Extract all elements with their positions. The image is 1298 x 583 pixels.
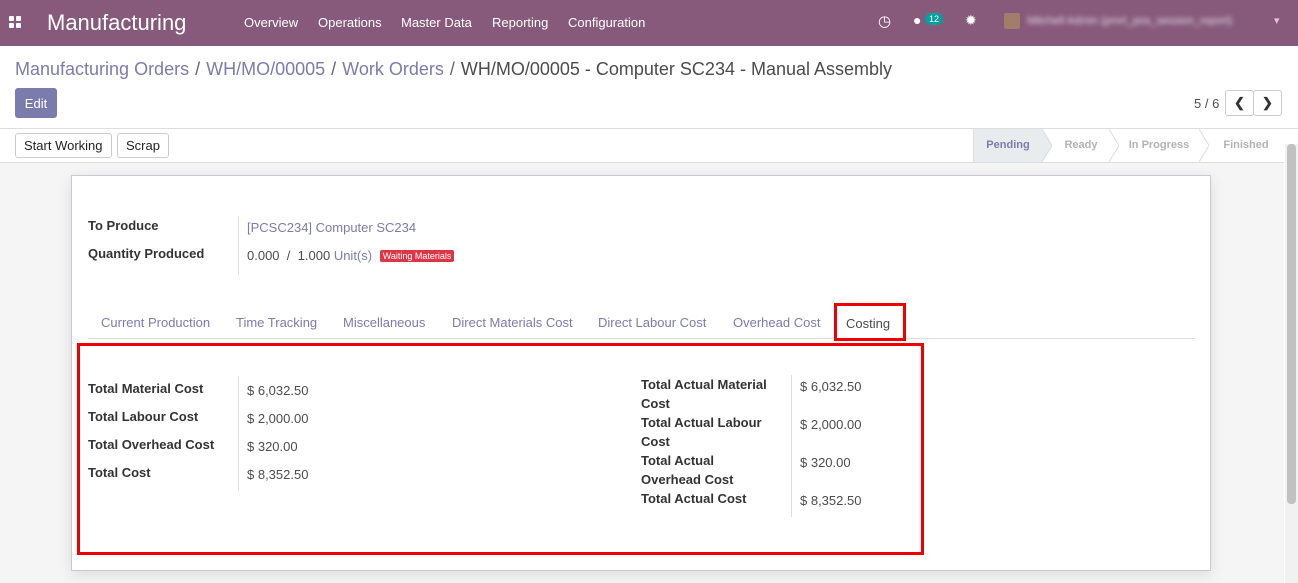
tab-time-tracking[interactable]: Time Tracking [236, 315, 317, 330]
total-cost-label: Total Cost [88, 465, 151, 480]
field-divider [238, 376, 239, 491]
user-caret-icon[interactable]: ▾ [1274, 14, 1280, 27]
breadcrumb-separator: / [449, 59, 455, 79]
total-actual-overhead-cost-value: $ 320.00 [800, 455, 851, 470]
stage-ready[interactable]: Ready [1053, 129, 1109, 162]
total-labour-cost-value: $ 2,000.00 [247, 411, 309, 426]
pager-prev-button[interactable]: ❮ [1225, 90, 1254, 116]
tab-current-production[interactable]: Current Production [101, 315, 210, 330]
scrollbar[interactable] [1285, 144, 1298, 583]
scrollbar-thumb[interactable] [1287, 144, 1296, 504]
breadcrumb-item-mo[interactable]: WH/MO/00005 [206, 59, 325, 79]
stage-finished[interactable]: Finished [1211, 129, 1281, 162]
page-title: WH/MO/00005 - Computer SC234 - Manual As… [460, 59, 893, 79]
total-material-cost-label: Total Material Cost [88, 381, 204, 396]
menu-overview[interactable]: Overview [244, 15, 298, 30]
stage-arrow [1109, 129, 1119, 162]
qty-done-value: 0.000 [247, 248, 280, 263]
total-cost-value: $ 8,352.50 [247, 467, 309, 482]
breadcrumb-item-manufacturing-orders[interactable]: Manufacturing Orders [15, 59, 189, 79]
status-badge: Waiting Materials [379, 250, 455, 262]
tab-direct-materials-cost[interactable]: Direct Materials Cost [452, 315, 573, 330]
stage-pending: Pending [973, 129, 1042, 162]
breadcrumb-separator: / [195, 59, 201, 79]
tab-divider [88, 338, 1195, 339]
chat-icon[interactable]: ● [913, 12, 921, 28]
total-overhead-cost-label: Total Overhead Cost [88, 437, 215, 452]
menu-master-data[interactable]: Master Data [401, 15, 472, 30]
debug-icon[interactable]: ✹ [965, 12, 977, 29]
pager-value[interactable]: 5 / 6 [1194, 96, 1219, 111]
breadcrumb-item-work-orders[interactable]: Work Orders [342, 59, 444, 79]
stage-arrow [1199, 129, 1209, 162]
qty-separator: / [286, 248, 291, 263]
quantity-produced-field: 0.000 / 1.000 Unit(s) Waiting Materials [247, 248, 455, 263]
clock-icon[interactable]: ◷ [878, 12, 891, 30]
total-actual-overhead-cost-label: Total Actual Overhead Cost [641, 453, 734, 487]
pager-next-button[interactable]: ❯ [1253, 90, 1282, 116]
total-actual-cost-value: $ 8,352.50 [800, 493, 862, 508]
stage-in-progress[interactable]: In Progress [1119, 129, 1199, 162]
tab-costing[interactable]: Costing [834, 303, 906, 341]
quantity-produced-label: Quantity Produced [88, 246, 205, 261]
app-title[interactable]: Manufacturing [47, 10, 186, 36]
total-actual-cost-label: Total Actual Cost [641, 491, 747, 506]
stage-arrow [1042, 129, 1052, 162]
scrap-button[interactable]: Scrap [117, 133, 169, 158]
breadcrumb: Manufacturing Orders / WH/MO/00005/Work Or… [15, 59, 892, 80]
breadcrumb-separator: / [331, 59, 337, 79]
menu-operations[interactable]: Operations [318, 15, 382, 30]
field-divider [238, 216, 239, 275]
tab-direct-labour-cost[interactable]: Direct Labour Cost [598, 315, 706, 330]
chat-badge: 12 [925, 13, 944, 25]
top-navbar: Manufacturing Overview Operations Master… [0, 0, 1298, 46]
field-divider [791, 375, 792, 517]
apps-menu-icon[interactable] [9, 16, 21, 28]
total-material-cost-value: $ 6,032.50 [247, 383, 309, 398]
qty-total-value: 1.000 [297, 248, 331, 263]
total-actual-material-cost-label: Total Actual Material Cost [641, 377, 767, 411]
tab-costing-label: Costing [846, 316, 891, 331]
tab-overhead-cost[interactable]: Overhead Cost [733, 315, 820, 330]
status-bar: Pending Ready In Progress Finished [973, 129, 1285, 162]
qty-uom-link[interactable]: Unit(s) [334, 248, 372, 263]
total-overhead-cost-value: $ 320.00 [247, 439, 298, 454]
total-actual-labour-cost-value: $ 2,000.00 [800, 417, 862, 432]
to-produce-label: To Produce [88, 218, 159, 233]
tab-miscellaneous[interactable]: Miscellaneous [343, 315, 425, 330]
total-labour-cost-label: Total Labour Cost [88, 409, 199, 424]
menu-reporting[interactable]: Reporting [492, 15, 548, 30]
menu-configuration[interactable]: Configuration [568, 15, 645, 30]
avatar[interactable] [1004, 13, 1020, 29]
user-menu[interactable]: Mitchell Admin (pmrt_pos_session_report) [1027, 15, 1232, 27]
to-produce-value[interactable]: [PCSC234] Computer SC234 [247, 220, 416, 235]
start-working-button[interactable]: Start Working [15, 133, 112, 158]
edit-button[interactable]: Edit [15, 88, 57, 118]
total-actual-labour-cost-label: Total Actual Labour Cost [641, 415, 762, 449]
total-actual-material-cost-value: $ 6,032.50 [800, 379, 862, 394]
